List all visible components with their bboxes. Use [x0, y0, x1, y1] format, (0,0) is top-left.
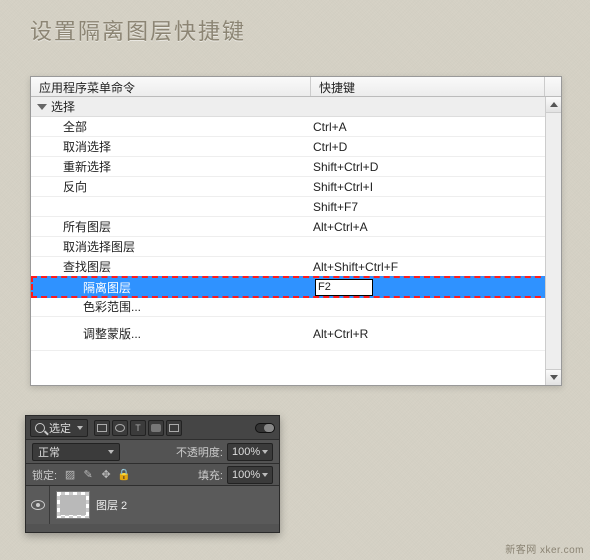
- chevron-down-icon: [37, 104, 47, 110]
- cmd-shortcut: Alt+Shift+Ctrl+F: [311, 260, 561, 274]
- table-row[interactable]: 调整蒙版... Alt+Ctrl+R: [31, 317, 561, 351]
- table-row[interactable]: 重新选择 Shift+Ctrl+D: [31, 157, 561, 177]
- lock-position-icon[interactable]: ✥: [99, 468, 113, 482]
- header-command[interactable]: 应用程序菜单命令: [31, 77, 311, 96]
- layer-thumbnail[interactable]: [56, 491, 90, 519]
- eye-icon: [31, 500, 45, 510]
- cmd-shortcut: Shift+F7: [311, 200, 561, 214]
- filter-pixel-icon[interactable]: [94, 420, 110, 436]
- blend-mode-dropdown[interactable]: 正常: [32, 443, 120, 461]
- cmd-shortcut: Alt+Ctrl+R: [311, 327, 561, 341]
- lock-all-icon[interactable]: 🔒: [117, 468, 131, 482]
- cmd-shortcut-edit: [313, 279, 559, 296]
- cmd-shortcut: Ctrl+A: [311, 120, 561, 134]
- cmd-label: 色彩范围...: [31, 298, 311, 315]
- layers-panel: 选定 T 正常 不透明度: 100% 锁定: ▨ ✎ ✥: [25, 415, 280, 533]
- cmd-shortcut: Shift+Ctrl+D: [311, 160, 561, 174]
- header-shortcut[interactable]: 快捷键: [311, 77, 545, 96]
- opacity-input[interactable]: 100%: [227, 443, 273, 461]
- shortcut-input[interactable]: [315, 279, 373, 296]
- layer-row[interactable]: 图层 2: [26, 486, 279, 524]
- table-row[interactable]: 查找图层 Alt+Shift+Ctrl+F: [31, 257, 561, 277]
- lock-transparency-icon[interactable]: ▨: [63, 468, 77, 482]
- layer-visibility-toggle[interactable]: [26, 486, 50, 524]
- cmd-shortcut: Alt+Ctrl+A: [311, 220, 561, 234]
- cmd-label: 查找图层: [31, 258, 311, 275]
- scroll-up-button[interactable]: [546, 97, 561, 113]
- cmd-label: 全部: [31, 118, 311, 135]
- table-row[interactable]: 反向 Shift+Ctrl+I: [31, 177, 561, 197]
- chevron-down-icon: [108, 450, 114, 454]
- lock-label: 锁定:: [32, 467, 57, 483]
- fill-input[interactable]: 100%: [227, 466, 273, 484]
- layers-lock-row: 锁定: ▨ ✎ ✥ 🔒 填充: 100%: [26, 464, 279, 486]
- cmd-label: 取消选择图层: [31, 238, 311, 255]
- section-label: 选择: [51, 98, 75, 115]
- filter-smart-icon[interactable]: [166, 420, 182, 436]
- cmd-label: 反向: [31, 178, 311, 195]
- scroll-down-button[interactable]: [546, 369, 561, 385]
- table-row[interactable]: Shift+F7: [31, 197, 561, 217]
- cmd-label: 隔离图层: [33, 279, 313, 296]
- page-title: 设置隔离图层快捷键: [30, 14, 246, 46]
- cmd-label: 调整蒙版...: [31, 325, 311, 342]
- lock-pixels-icon[interactable]: ✎: [81, 468, 95, 482]
- opacity-value: 100%: [232, 446, 260, 458]
- table-header: 应用程序菜单命令 快捷键: [31, 77, 561, 97]
- layer-name[interactable]: 图层 2: [96, 497, 127, 513]
- filter-icons: T: [94, 420, 182, 436]
- cmd-shortcut: Shift+Ctrl+I: [311, 180, 561, 194]
- blend-mode-value: 正常: [38, 444, 60, 460]
- layers-filter-row: 选定 T: [26, 416, 279, 440]
- scroll-track[interactable]: [546, 113, 561, 369]
- section-select[interactable]: 选择: [31, 97, 561, 117]
- chevron-down-icon: [77, 426, 83, 430]
- header-spacer: [545, 77, 561, 96]
- rows-container: 全部 Ctrl+A 取消选择 Ctrl+D 重新选择 Shift+Ctrl+D …: [31, 117, 561, 385]
- cmd-label: 重新选择: [31, 158, 311, 175]
- chevron-down-icon: [262, 473, 268, 477]
- cmd-label: 取消选择: [31, 138, 311, 155]
- shortcut-table: 应用程序菜单命令 快捷键 选择 全部 Ctrl+A 取消选择 Ctrl+D 重新…: [30, 76, 562, 386]
- table-row[interactable]: 取消选择图层: [31, 237, 561, 257]
- filter-kind-label: 选定: [49, 420, 71, 436]
- table-row[interactable]: 所有图层 Alt+Ctrl+A: [31, 217, 561, 237]
- opacity-label: 不透明度:: [176, 444, 223, 460]
- cmd-shortcut: Ctrl+D: [311, 140, 561, 154]
- cmd-label: 所有图层: [31, 218, 311, 235]
- fill-label: 填充:: [198, 467, 223, 483]
- table-row[interactable]: 取消选择 Ctrl+D: [31, 137, 561, 157]
- layers-blend-row: 正常 不透明度: 100%: [26, 440, 279, 464]
- vertical-scrollbar[interactable]: [545, 97, 561, 385]
- fill-value: 100%: [232, 469, 260, 481]
- filter-adjust-icon[interactable]: [112, 420, 128, 436]
- filter-type-icon[interactable]: T: [130, 420, 146, 436]
- filter-toggle[interactable]: [255, 423, 275, 433]
- table-row-selected[interactable]: 隔离图层: [31, 276, 561, 298]
- watermark: 新客网 xker.com: [505, 541, 584, 556]
- table-row[interactable]: 全部 Ctrl+A: [31, 117, 561, 137]
- search-icon: [35, 423, 45, 433]
- chevron-down-icon: [262, 450, 268, 454]
- filter-kind-dropdown[interactable]: 选定: [30, 419, 88, 437]
- filter-shape-icon[interactable]: [148, 420, 164, 436]
- table-row[interactable]: 色彩范围...: [31, 297, 561, 317]
